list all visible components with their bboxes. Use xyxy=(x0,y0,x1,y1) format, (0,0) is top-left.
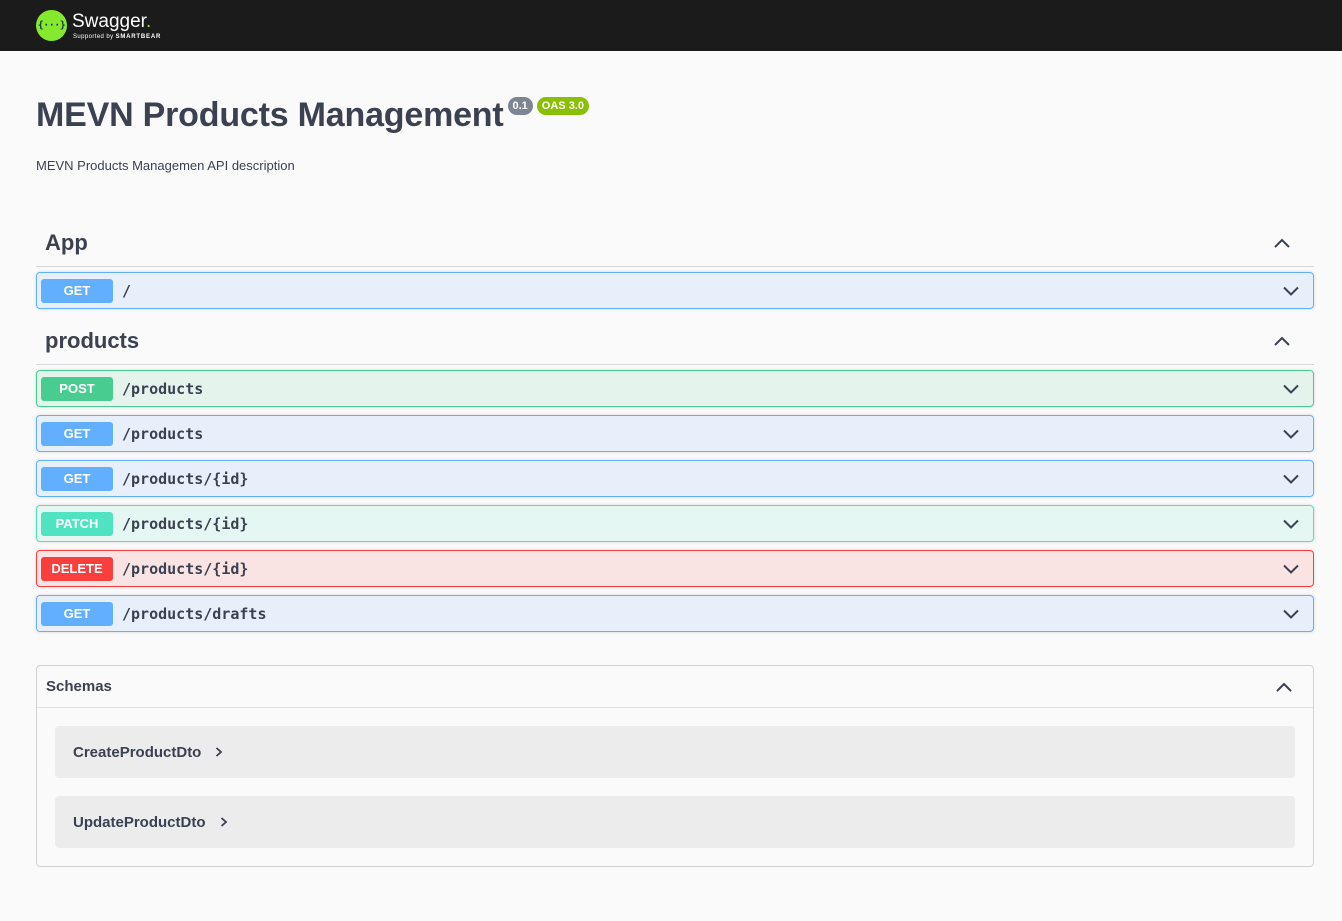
chevron-down-icon[interactable] xyxy=(1279,467,1303,491)
method-badge: GET xyxy=(41,421,113,446)
operation-path: /products/{id} xyxy=(122,469,249,488)
api-description: MEVN Products Managemen API description xyxy=(36,158,295,173)
schemas-title: Schemas xyxy=(46,678,112,695)
tag-name: products xyxy=(45,327,140,353)
operation-get[interactable]: GET/products/drafts xyxy=(36,595,1314,632)
model-name[interactable]: CreateProductDto xyxy=(73,744,201,761)
chevron-down-icon[interactable] xyxy=(1279,422,1303,446)
model-name[interactable]: UpdateProductDto xyxy=(73,814,206,831)
brand-subtitle: Supported by SMARTBEAR xyxy=(72,34,161,40)
schemas-body: CreateProductDto UpdateProductDto xyxy=(37,708,1313,848)
method-badge: GET xyxy=(41,466,113,491)
operation-path: /products xyxy=(122,424,204,443)
chevron-up-icon[interactable] xyxy=(1270,231,1294,255)
chevron-down-icon[interactable] xyxy=(1279,512,1303,536)
swagger-logo-icon: {···} xyxy=(36,10,67,41)
brand-name: Swagger. xyxy=(72,12,161,31)
tag-header[interactable]: App xyxy=(36,219,1314,267)
chevron-right-icon[interactable] xyxy=(220,816,230,828)
page-title: MEVN Products Management xyxy=(36,96,504,134)
operation-path: /products/{id} xyxy=(122,514,249,533)
title-row: MEVN Products Management 0.1 OAS 3.0 xyxy=(36,95,1314,135)
tag-section-app: App GET / xyxy=(36,219,1314,309)
brand-name-text: Swagger xyxy=(72,10,146,32)
operation-path: / xyxy=(122,281,132,300)
method-badge: GET xyxy=(41,278,113,303)
main-content: MEVN Products Management 0.1 OAS 3.0 MEV… xyxy=(0,51,1342,867)
brand-dot: . xyxy=(145,10,152,32)
chevron-down-icon[interactable] xyxy=(1279,377,1303,401)
brand-sub-prefix: Supported by xyxy=(73,33,116,40)
operation-path: /products xyxy=(122,379,204,398)
chevron-up-icon[interactable] xyxy=(1272,675,1296,699)
schemas-section: Schemas CreateProductDto UpdateProductDto xyxy=(36,665,1314,867)
chevron-down-icon[interactable] xyxy=(1279,279,1303,303)
chevron-down-icon[interactable] xyxy=(1279,557,1303,581)
operation-patch[interactable]: PATCH/products/{id} xyxy=(36,505,1314,542)
method-badge: DELETE xyxy=(41,556,113,581)
model-container[interactable]: UpdateProductDto xyxy=(55,796,1295,848)
chevron-down-icon[interactable] xyxy=(1279,602,1303,626)
brand-text: Swagger. Supported by SMARTBEAR xyxy=(72,12,161,40)
brand-sub-company: SMARTBEAR xyxy=(115,33,162,40)
schemas-header[interactable]: Schemas xyxy=(37,666,1313,708)
api-info: MEVN Products Management 0.1 OAS 3.0 MEV… xyxy=(36,51,1314,173)
swagger-logo-link[interactable]: {···} Swagger. Supported by SMARTBEAR xyxy=(36,10,161,41)
tag-header[interactable]: products xyxy=(36,317,1314,365)
method-badge: POST xyxy=(41,376,113,401)
badges: 0.1 OAS 3.0 xyxy=(507,97,593,115)
chevron-right-icon[interactable] xyxy=(215,746,225,758)
operation-path: /products/{id} xyxy=(122,559,249,578)
method-badge: GET xyxy=(41,601,113,626)
chevron-up-icon[interactable] xyxy=(1270,329,1294,353)
operation-post[interactable]: POST/products xyxy=(36,370,1314,407)
model-container[interactable]: CreateProductDto xyxy=(55,726,1295,778)
operation-path: /products/drafts xyxy=(122,604,267,623)
tag-section-products: products POST/products GET/products GET/pro… xyxy=(36,317,1314,632)
operation-delete[interactable]: DELETE/products/{id} xyxy=(36,550,1314,587)
tag-name: App xyxy=(45,229,88,255)
operation-get[interactable]: GET / xyxy=(36,272,1314,309)
tags-container: App GET / products POST/products GET/products… xyxy=(36,219,1314,632)
topbar: {···} Swagger. Supported by SMARTBEAR xyxy=(0,0,1342,51)
version-badge: 0.1 xyxy=(507,97,533,115)
oas-badge: OAS 3.0 xyxy=(536,97,589,115)
operation-get[interactable]: GET/products/{id} xyxy=(36,460,1314,497)
method-badge: PATCH xyxy=(41,511,113,536)
operation-get[interactable]: GET/products xyxy=(36,415,1314,452)
